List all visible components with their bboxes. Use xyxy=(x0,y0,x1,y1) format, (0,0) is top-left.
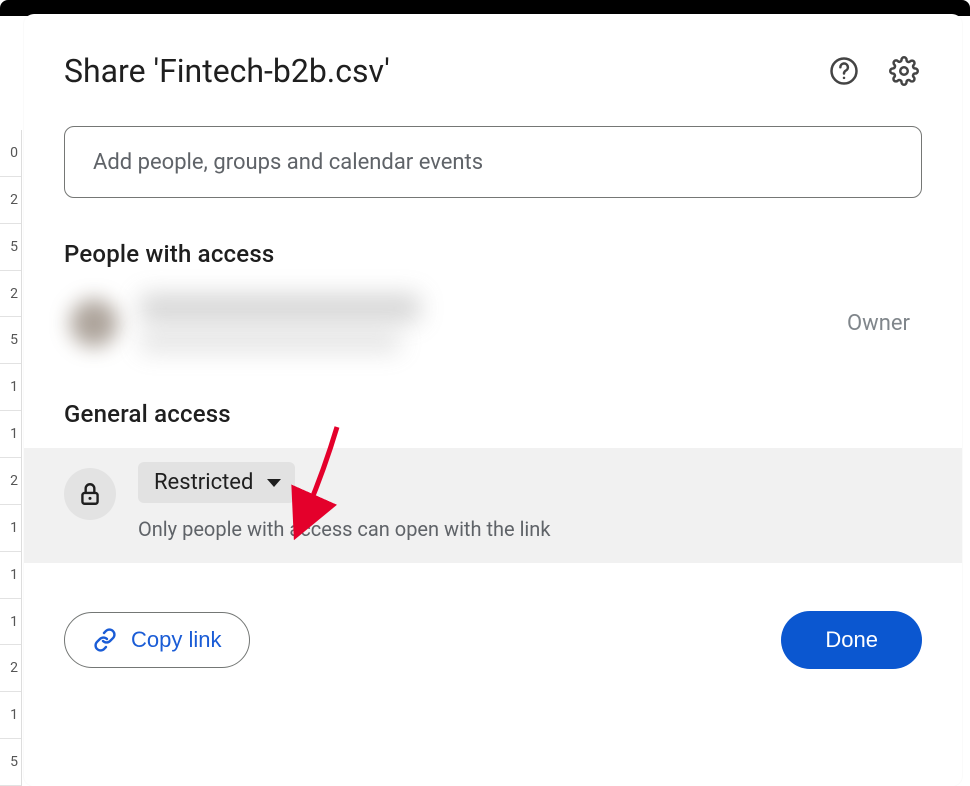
settings-icon[interactable] xyxy=(886,53,922,89)
row-number: 5 xyxy=(0,317,21,364)
row-number: 2 xyxy=(0,271,21,318)
general-access-heading: General access xyxy=(64,400,922,428)
spreadsheet-row-gutter: 0 2 5 2 5 1 1 2 1 1 1 2 1 5 xyxy=(0,130,22,786)
copy-link-label: Copy link xyxy=(131,627,221,653)
person-role: Owner xyxy=(847,311,910,336)
person-row: Owner xyxy=(64,288,922,358)
access-level-dropdown[interactable]: Restricted xyxy=(138,462,295,503)
backdrop: 0 2 5 2 5 1 1 2 1 1 1 2 1 5 Share 'Finte… xyxy=(0,0,970,786)
row-number: 2 xyxy=(0,458,21,505)
access-description: Only people with access can open with th… xyxy=(138,517,922,541)
dialog-footer: Copy link Done xyxy=(64,611,922,669)
row-number: 2 xyxy=(0,645,21,692)
row-number: 5 xyxy=(0,739,21,786)
copy-link-button[interactable]: Copy link xyxy=(64,612,250,668)
person-name-redacted xyxy=(140,294,420,322)
people-with-access-heading: People with access xyxy=(64,240,922,268)
person-email-redacted xyxy=(140,332,400,352)
link-icon xyxy=(93,628,117,652)
row-number: 1 xyxy=(0,364,21,411)
general-access-panel: Restricted Only people with access can o… xyxy=(24,448,962,563)
row-number: 1 xyxy=(0,552,21,599)
row-number: 1 xyxy=(0,505,21,552)
chevron-down-icon xyxy=(267,479,281,487)
add-people-input[interactable] xyxy=(64,126,922,198)
help-icon[interactable] xyxy=(826,53,862,89)
done-button[interactable]: Done xyxy=(781,611,922,669)
header-actions xyxy=(826,53,922,89)
avatar xyxy=(70,299,118,347)
dialog-title: Share 'Fintech-b2b.csv' xyxy=(64,52,390,90)
row-number: 1 xyxy=(0,599,21,646)
row-number: 1 xyxy=(0,692,21,739)
row-number: 0 xyxy=(0,130,21,177)
access-level-label: Restricted xyxy=(154,470,253,495)
lock-icon xyxy=(64,468,116,520)
row-number: 1 xyxy=(0,411,21,458)
row-number: 5 xyxy=(0,224,21,271)
dialog-header: Share 'Fintech-b2b.csv' xyxy=(64,52,922,90)
row-number: 2 xyxy=(0,177,21,224)
share-dialog: Share 'Fintech-b2b.csv' People with acce… xyxy=(24,14,962,786)
